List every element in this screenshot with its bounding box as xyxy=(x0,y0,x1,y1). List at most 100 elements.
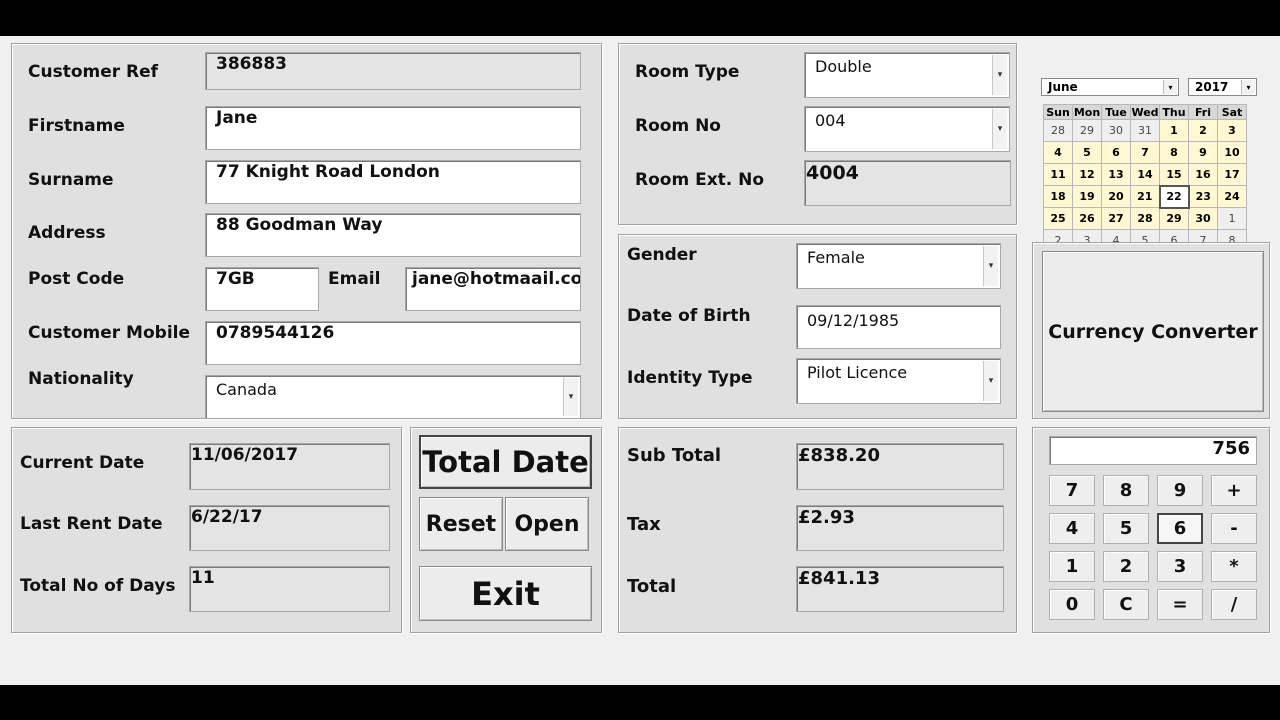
chevron-down-icon[interactable]: ▾ xyxy=(983,361,998,401)
calendar-day[interactable]: 11 xyxy=(1043,163,1073,186)
calculator-key[interactable]: 3 xyxy=(1157,551,1203,582)
calculator-key[interactable]: 6 xyxy=(1157,513,1203,544)
calendar-day[interactable]: 29 xyxy=(1159,207,1189,230)
calendar-day[interactable]: 9 xyxy=(1188,141,1218,164)
identity-type-dropdown[interactable]: Pilot Licence ▾ xyxy=(796,358,1001,404)
calendar-day[interactable]: 10 xyxy=(1217,141,1247,164)
subtotal-field[interactable]: £838.20 xyxy=(796,443,1004,490)
calculator-display[interactable]: 756 xyxy=(1049,436,1257,465)
calendar-day[interactable]: 4 xyxy=(1043,141,1073,164)
calendar-day[interactable]: 14 xyxy=(1130,163,1160,186)
calendar-day[interactable]: 16 xyxy=(1188,163,1218,186)
current-date-field[interactable]: 11/06/2017 xyxy=(189,443,390,490)
calendar-day[interactable]: 19 xyxy=(1072,185,1102,208)
total-field[interactable]: £841.13 xyxy=(796,566,1004,612)
calendar-day[interactable]: 22 xyxy=(1158,184,1190,209)
calculator-key[interactable]: = xyxy=(1157,589,1203,620)
calculator-key[interactable]: - xyxy=(1211,513,1257,544)
reset-button[interactable]: Reset xyxy=(419,497,503,551)
email-field[interactable]: jane@hotmaail.co xyxy=(405,267,581,311)
calculator-key[interactable]: 5 xyxy=(1103,513,1149,544)
chevron-down-icon[interactable]: ▾ xyxy=(983,246,998,286)
gender-dropdown[interactable]: Female ▾ xyxy=(796,243,1001,289)
calendar-day[interactable]: 23 xyxy=(1188,185,1218,208)
calendar-day[interactable]: 1 xyxy=(1159,119,1189,142)
room-type-dropdown[interactable]: Double ▾ xyxy=(804,52,1010,98)
calendar-day[interactable]: 31 xyxy=(1130,119,1160,142)
calendar-day[interactable]: 27 xyxy=(1101,207,1131,230)
dob-field[interactable]: 09/12/1985 xyxy=(796,305,1001,349)
calendar-day[interactable]: 25 xyxy=(1043,207,1073,230)
postcode-field[interactable]: 7GB xyxy=(205,267,319,311)
surname-field[interactable]: 77 Knight Road London xyxy=(205,160,581,204)
chevron-down-icon[interactable]: ▾ xyxy=(1163,80,1177,94)
calendar-day[interactable]: 30 xyxy=(1188,207,1218,230)
calendar-day[interactable]: 5 xyxy=(1072,141,1102,164)
calendar-day[interactable]: 18 xyxy=(1043,185,1073,208)
calendar-day[interactable]: 12 xyxy=(1072,163,1102,186)
month-select[interactable]: June ▾ xyxy=(1041,78,1179,96)
calculator-key[interactable]: 1 xyxy=(1049,551,1095,582)
room-ext-field[interactable]: 4004 xyxy=(804,160,1011,206)
calendar-day[interactable]: 8 xyxy=(1159,141,1189,164)
room-no-dropdown[interactable]: 004 ▾ xyxy=(804,106,1010,152)
calendar-week-row: 18 19 20 21 22 23 24 xyxy=(1043,184,1247,209)
mobile-field[interactable]: 0789544126 xyxy=(205,321,581,365)
calendar-day[interactable]: 24 xyxy=(1217,185,1247,208)
calendar-day[interactable]: 28 xyxy=(1043,119,1073,142)
calendar-day[interactable]: 1 xyxy=(1217,207,1247,230)
customer-ref-field[interactable]: 386883 xyxy=(205,52,581,90)
address-field[interactable]: 88 Goodman Way xyxy=(205,213,581,257)
calculator-key[interactable]: 0 xyxy=(1049,589,1095,620)
actions-panel: Total Date Reset Open Exit xyxy=(410,427,602,633)
calculator-key[interactable]: / xyxy=(1211,589,1257,620)
open-button[interactable]: Open xyxy=(505,497,589,551)
weekday-header: Mon xyxy=(1072,104,1102,120)
currency-panel: Currency Converter xyxy=(1032,242,1270,419)
month-calendar[interactable]: June ▾ 2017 ▾ Sun Mon Tue Wed Thu Fri Sat 28 29… xyxy=(1041,76,1259,262)
calendar-day[interactable]: 30 xyxy=(1101,119,1131,142)
chevron-down-icon[interactable]: ▾ xyxy=(992,109,1007,149)
calendar-day[interactable]: 26 xyxy=(1072,207,1102,230)
calculator-key[interactable]: + xyxy=(1211,475,1257,506)
firstname-label: Firstname xyxy=(28,116,125,136)
identity-type-value: Pilot Licence xyxy=(807,363,908,382)
calendar-day[interactable]: 7 xyxy=(1130,141,1160,164)
calculator-key[interactable]: 2 xyxy=(1103,551,1149,582)
tax-label: Tax xyxy=(627,514,661,535)
calculator-key[interactable]: 4 xyxy=(1049,513,1095,544)
calculator-key[interactable]: 8 xyxy=(1103,475,1149,506)
chevron-down-icon[interactable]: ▾ xyxy=(1241,80,1255,94)
calculator-key[interactable]: 7 xyxy=(1049,475,1095,506)
calendar-day[interactable]: 20 xyxy=(1101,185,1131,208)
calculator-key[interactable]: C xyxy=(1103,589,1149,620)
nationality-label: Nationality xyxy=(28,369,134,389)
room-type-value: Double xyxy=(815,57,872,76)
firstname-field[interactable]: Jane xyxy=(205,106,581,150)
chevron-down-icon[interactable]: ▾ xyxy=(563,378,578,416)
currency-converter-button[interactable]: Currency Converter xyxy=(1042,251,1264,412)
calculator-key[interactable]: 9 xyxy=(1157,475,1203,506)
customer-ref-label: Customer Ref xyxy=(28,62,159,82)
calendar-day[interactable]: 17 xyxy=(1217,163,1247,186)
chevron-down-icon[interactable]: ▾ xyxy=(992,55,1007,95)
year-value: 2017 xyxy=(1195,80,1229,94)
total-date-button[interactable]: Total Date xyxy=(419,435,592,489)
calendar-day[interactable]: 28 xyxy=(1130,207,1160,230)
calendar-day[interactable]: 21 xyxy=(1130,185,1160,208)
last-rent-date-field[interactable]: 6/22/17 xyxy=(189,505,390,551)
calculator-key[interactable]: * xyxy=(1211,551,1257,582)
calendar-day[interactable]: 2 xyxy=(1188,119,1218,142)
nationality-dropdown[interactable]: Canada ▾ xyxy=(205,375,581,419)
room-no-value: 004 xyxy=(815,111,846,130)
calendar-day[interactable]: 13 xyxy=(1101,163,1131,186)
total-days-field[interactable]: 11 xyxy=(189,566,390,612)
calendar-day[interactable]: 3 xyxy=(1217,119,1247,142)
calendar-day[interactable]: 6 xyxy=(1101,141,1131,164)
tax-field[interactable]: £2.93 xyxy=(796,505,1004,551)
exit-button[interactable]: Exit xyxy=(419,566,592,621)
year-select[interactable]: 2017 ▾ xyxy=(1188,78,1257,96)
month-value: June xyxy=(1048,80,1078,94)
calendar-day[interactable]: 15 xyxy=(1159,163,1189,186)
calendar-day[interactable]: 29 xyxy=(1072,119,1102,142)
